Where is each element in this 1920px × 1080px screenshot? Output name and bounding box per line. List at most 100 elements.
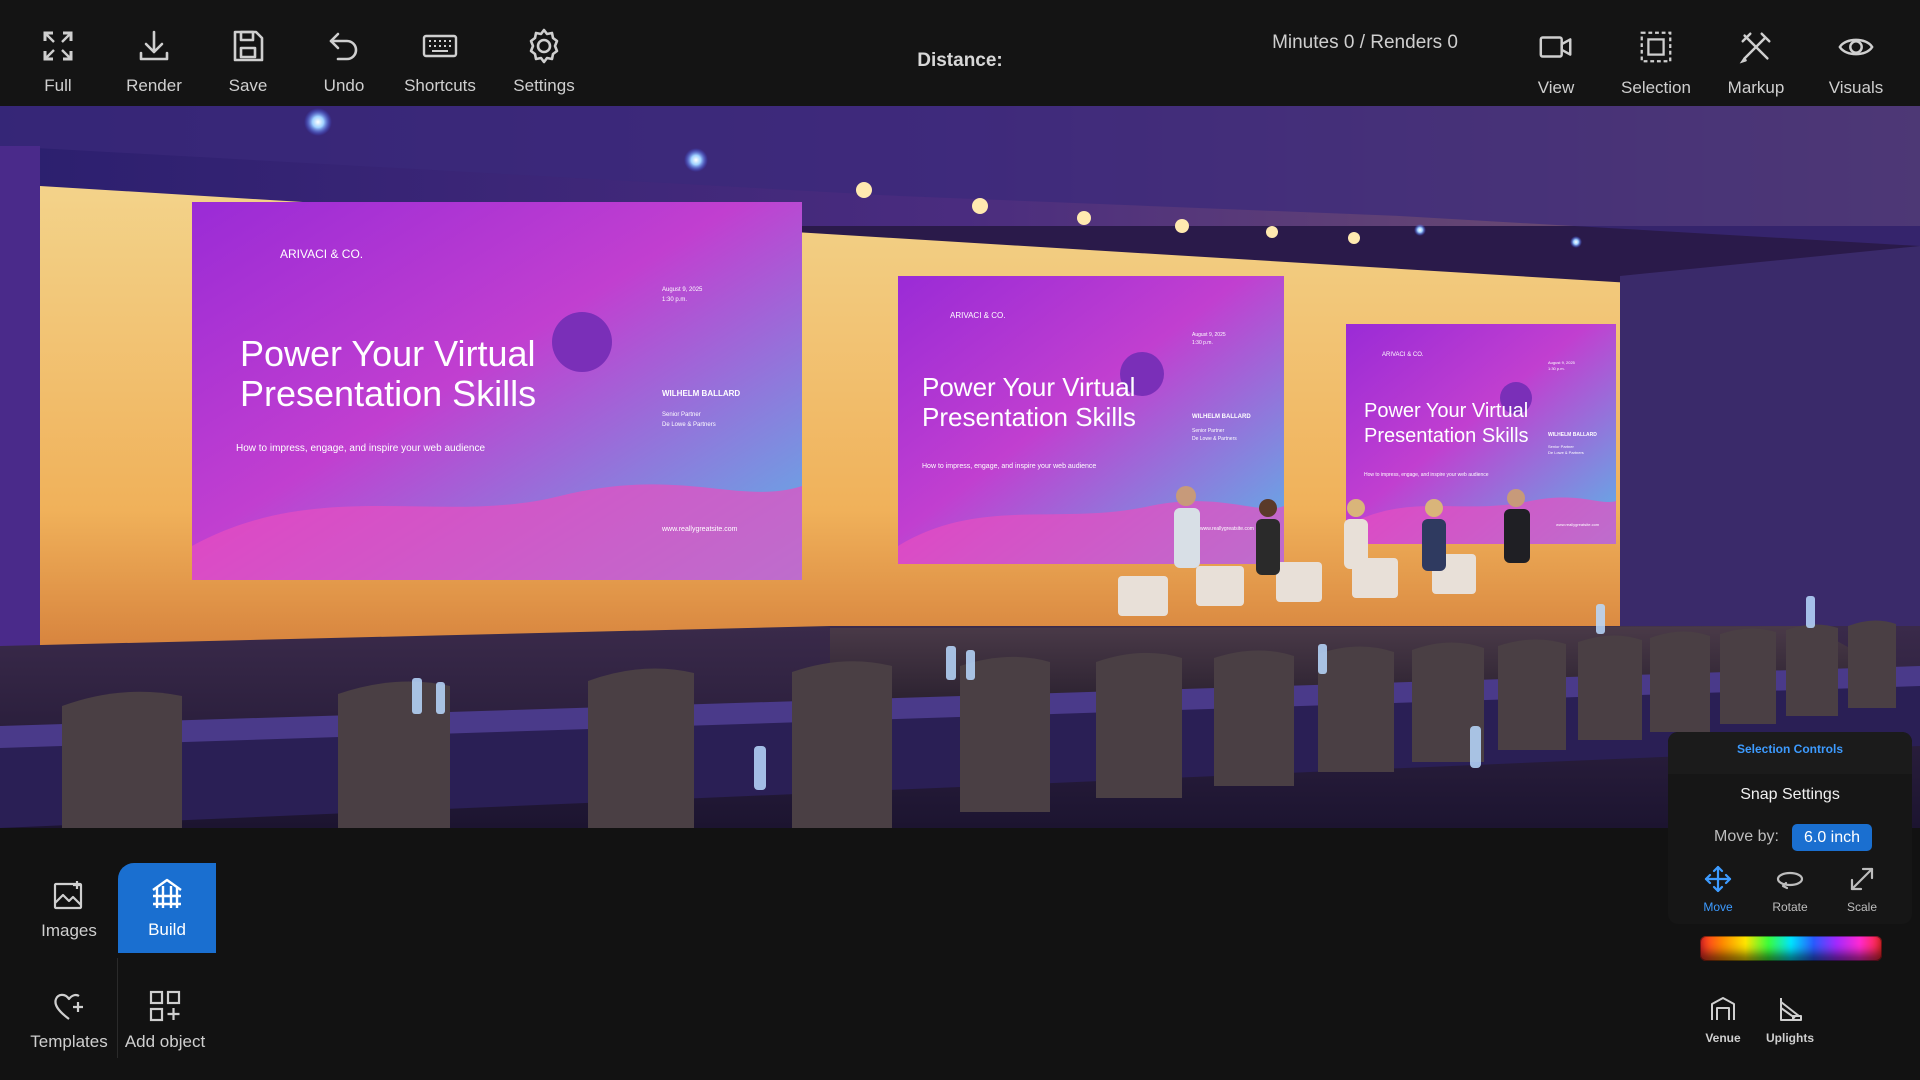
3d-viewport[interactable]: ARIVACI & CO. Power Your Virtual Present… [0, 106, 1920, 828]
save-icon [233, 30, 264, 62]
screen-right: ARIVACI & CO. Power Your Virtual Present… [1346, 324, 1616, 544]
screen-center-date: August 9, 2025 [1192, 332, 1226, 338]
screen-center-role2: De Lowe & Partners [1192, 436, 1237, 442]
selection-controls-panel: Selection Controls Snap Settings Move by… [1668, 732, 1912, 924]
visuals-button[interactable]: Visuals [1808, 28, 1904, 98]
color-hue-slider[interactable] [1700, 936, 1882, 961]
screen-center-title2: Presentation Skills [922, 402, 1136, 432]
move-arrows-icon [1704, 865, 1732, 893]
rotate-label: Rotate [1772, 900, 1808, 914]
scale-arrow-icon [1850, 867, 1874, 891]
render-label: Render [126, 76, 182, 95]
view-button[interactable]: View [1508, 28, 1604, 98]
distance-readout: Distance: [917, 50, 1003, 71]
venue-label: Venue [1705, 1031, 1741, 1045]
undo-label: Undo [323, 76, 365, 95]
build-button[interactable]: Build [118, 863, 216, 953]
screen-center: ARIVACI & CO. Power Your Virtual Present… [898, 276, 1284, 564]
add-object-label: Add object [124, 1032, 206, 1051]
move-tool[interactable]: Move [1688, 864, 1748, 920]
snap-settings-title: Snap Settings [1740, 786, 1840, 803]
screen-left-date: August 9, 2025 [662, 287, 703, 293]
venue-button[interactable]: Venue [1688, 994, 1758, 1054]
scale-tool[interactable]: Scale [1832, 864, 1892, 920]
uplights-button[interactable]: Uplights [1755, 994, 1825, 1054]
markup-tools-icon [1739, 32, 1771, 64]
images-label: Images [41, 921, 97, 940]
screen-right-role2: De Lowe & Partners [1548, 450, 1584, 455]
keyboard-icon [422, 34, 458, 58]
screen-right-brand: ARIVACI & CO. [1382, 352, 1424, 358]
undo-button[interactable]: Undo [296, 26, 392, 96]
screen-left-subtitle: How to impress, engage, and inspire your… [236, 443, 485, 454]
video-camera-icon [1539, 36, 1572, 58]
templates-label: Templates [30, 1032, 108, 1051]
screen-right-title2: Presentation Skills [1364, 425, 1529, 447]
venue-icon [1711, 997, 1735, 1020]
screen-right-role1: Senior Partner [1548, 444, 1574, 449]
screen-left-url: www.reallygreatsite.com [661, 526, 738, 533]
image-add-icon [53, 881, 83, 910]
screen-left-speaker: WILHELM BALLARD [662, 389, 740, 398]
uplight-icon [1780, 998, 1802, 1021]
screen-right-url: www.reallygreatsite.com [1556, 522, 1600, 527]
build-structure-icon [152, 878, 182, 908]
shortcuts-button[interactable]: Shortcuts [392, 26, 488, 96]
screen-left-brand: ARIVACI & CO. [280, 247, 363, 261]
top-toolbar: Full Render Save Undo Shortcuts Settings… [0, 0, 1920, 106]
left-wall [0, 146, 40, 706]
gear-icon [529, 28, 559, 64]
images-button[interactable]: Images [20, 864, 118, 954]
screen-left-time: 1:30 p.m. [662, 297, 687, 303]
screen-center-subtitle: How to impress, engage, and inspire your… [922, 463, 1096, 470]
screen-right-time: 1:30 p.m. [1548, 366, 1565, 371]
download-icon [139, 30, 169, 61]
rotate-icon [1776, 871, 1804, 890]
bottom-panel [0, 828, 1920, 1080]
heart-add-icon [54, 993, 83, 1020]
screen-center-role1: Senior Partner [1192, 428, 1225, 434]
eye-icon [1838, 38, 1874, 56]
move-by-value-input[interactable]: 6.0 inch [1792, 824, 1872, 851]
render-button[interactable]: Render [106, 26, 202, 96]
markup-button[interactable]: Markup [1708, 28, 1804, 98]
screen-center-speaker: WILHELM BALLARD [1192, 414, 1251, 420]
selection-label: Selection [1621, 78, 1691, 97]
full-button[interactable]: Full [10, 26, 106, 96]
rotate-tool[interactable]: Rotate [1760, 864, 1820, 920]
save-label: Save [228, 76, 268, 95]
screen-right-date: August 9, 2025 [1548, 360, 1576, 365]
screen-center-url: www.reallygreatsite.com [1200, 526, 1254, 532]
screen-left: ARIVACI & CO. Power Your Virtual Present… [192, 202, 802, 580]
screen-left-role1: Senior Partner [662, 412, 701, 418]
screen-left-title1: Power Your Virtual [240, 333, 536, 374]
uplights-label: Uplights [1766, 1031, 1814, 1045]
markup-label: Markup [1727, 78, 1785, 97]
move-by-label: Move by: [1714, 828, 1779, 845]
screen-left-role2: De Lowe & Partners [662, 422, 716, 428]
full-label: Full [44, 76, 72, 95]
fullscreen-icon [43, 31, 73, 61]
screen-center-brand: ARIVACI & CO. [950, 311, 1005, 320]
view-label: View [1537, 78, 1575, 97]
screen-right-subtitle: How to impress, engage, and inspire your… [1364, 472, 1489, 478]
shortcuts-label: Shortcuts [404, 76, 476, 95]
add-object-icon [149, 990, 181, 1022]
screen-center-title1: Power Your Virtual [922, 372, 1135, 402]
selection-button[interactable]: Selection [1608, 28, 1704, 98]
screen-right-speaker: WILHELM BALLARD [1548, 432, 1597, 438]
move-label: Move [1703, 900, 1733, 914]
screen-center-time: 1:30 p.m. [1192, 340, 1213, 346]
scale-label: Scale [1846, 900, 1878, 914]
selection-icon [1640, 31, 1672, 63]
selection-controls-header: Selection Controls [1668, 732, 1912, 774]
save-button[interactable]: Save [200, 26, 296, 96]
minutes-renders-counter: Minutes 0 / Renders 0 [1272, 32, 1458, 53]
conference-room-render: ARIVACI & CO. Power Your Virtual Present… [0, 106, 1920, 828]
screen-left-title2: Presentation Skills [240, 373, 536, 414]
settings-button[interactable]: Settings [496, 26, 592, 96]
templates-button[interactable]: Templates [20, 975, 118, 1065]
undo-icon [329, 32, 358, 61]
add-object-button[interactable]: Add object [116, 975, 214, 1065]
build-label: Build [148, 920, 186, 939]
